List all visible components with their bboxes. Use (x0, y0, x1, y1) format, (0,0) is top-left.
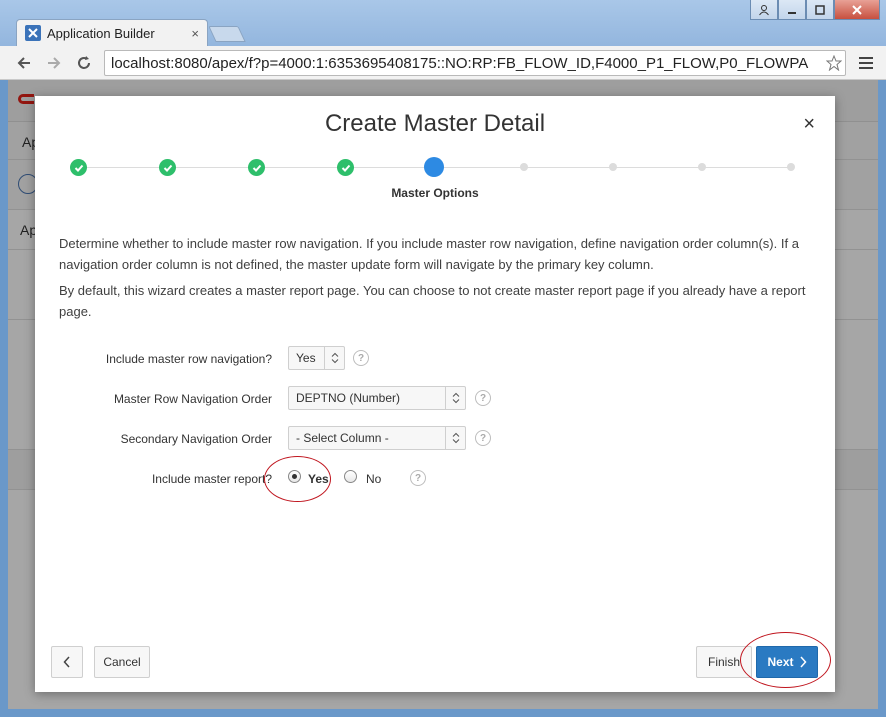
chevron-left-icon (63, 656, 70, 668)
dialog-title: Create Master Detail (324, 110, 546, 137)
wizard-step-8-pending (698, 163, 706, 171)
finish-button[interactable]: Finish (696, 646, 752, 678)
bookmark-star-icon[interactable] (823, 55, 845, 71)
user-profile-icon[interactable] (750, 0, 778, 20)
select-arrows-icon (445, 427, 465, 449)
row-navigation-label: Include master row navigation? (105, 352, 272, 366)
nav-order-help-icon[interactable]: ? (475, 390, 491, 406)
description-report: By default, this wizard creates a master… (59, 283, 806, 319)
secondary-order-select[interactable]: - Select Column - (288, 426, 466, 450)
row-navigation-select[interactable]: Yes (288, 346, 345, 370)
nav-order-label: Master Row Navigation Order (113, 392, 272, 406)
address-bar[interactable]: localhost:8080/apex/f?p=4000:1:635369540… (104, 50, 846, 76)
master-report-yes-radio[interactable] (288, 470, 301, 483)
create-master-detail-dialog: Create Master Detail × Master Options De… (35, 96, 835, 692)
previous-button[interactable] (51, 646, 83, 678)
next-button-label: Next (767, 655, 794, 669)
master-report-no-radio[interactable] (344, 470, 357, 483)
tab-close-icon[interactable]: × (191, 26, 199, 41)
wizard-step-7-pending (609, 163, 617, 171)
wizard-step-4-complete-icon (337, 159, 354, 176)
secondary-order-value: - Select Column - (296, 431, 389, 445)
cancel-button[interactable]: Cancel (94, 646, 150, 678)
wizard-step-3-complete-icon (248, 159, 265, 176)
browser-tab[interactable]: Application Builder × (16, 19, 208, 46)
master-report-label: Include master report? (151, 472, 272, 486)
tab-title: Application Builder (47, 25, 155, 41)
maximize-icon[interactable] (806, 0, 834, 20)
next-button[interactable]: Next (756, 646, 818, 678)
select-arrows-icon (445, 387, 465, 409)
window-frame-bottom (0, 709, 886, 717)
current-step-label: Master Options (391, 186, 479, 200)
nav-order-select[interactable]: DEPTNO (Number) (288, 386, 466, 410)
wizard-step-1-complete-icon (70, 159, 87, 176)
wizard-step-5-current (424, 157, 444, 177)
browser-toolbar: localhost:8080/apex/f?p=4000:1:635369540… (0, 46, 886, 80)
secondary-order-help-icon[interactable]: ? (475, 430, 491, 446)
window-controls (750, 0, 880, 20)
minimize-icon[interactable] (778, 0, 806, 20)
window-close-icon[interactable] (834, 0, 880, 20)
wizard-step-9-pending (787, 163, 795, 171)
nav-order-value: DEPTNO (Number) (296, 391, 401, 405)
description-navigation: Determine whether to include master row … (59, 236, 799, 272)
forward-arrow-icon[interactable] (42, 51, 66, 75)
back-arrow-icon[interactable] (12, 51, 36, 75)
master-report-help-icon[interactable]: ? (410, 470, 426, 486)
reload-icon[interactable] (72, 51, 96, 75)
chevron-right-icon (799, 656, 807, 668)
secondary-order-label: Secondary Navigation Order (120, 432, 272, 446)
row-navigation-help-icon[interactable]: ? (353, 350, 369, 366)
master-report-no-label[interactable]: No (366, 472, 381, 486)
dialog-close-icon[interactable]: × (803, 114, 815, 134)
master-report-yes-label[interactable]: Yes (308, 472, 329, 486)
wizard-step-2-complete-icon (159, 159, 176, 176)
apex-favicon-icon (25, 25, 41, 41)
row-navigation-value: Yes (296, 351, 316, 365)
browser-menu-icon[interactable] (856, 53, 876, 73)
browser-titlebar: Application Builder × (0, 0, 886, 46)
url-text: localhost:8080/apex/f?p=4000:1:635369540… (111, 54, 809, 72)
new-tab-button[interactable] (208, 26, 246, 42)
select-arrows-icon (324, 347, 344, 369)
wizard-step-6-pending (520, 163, 528, 171)
